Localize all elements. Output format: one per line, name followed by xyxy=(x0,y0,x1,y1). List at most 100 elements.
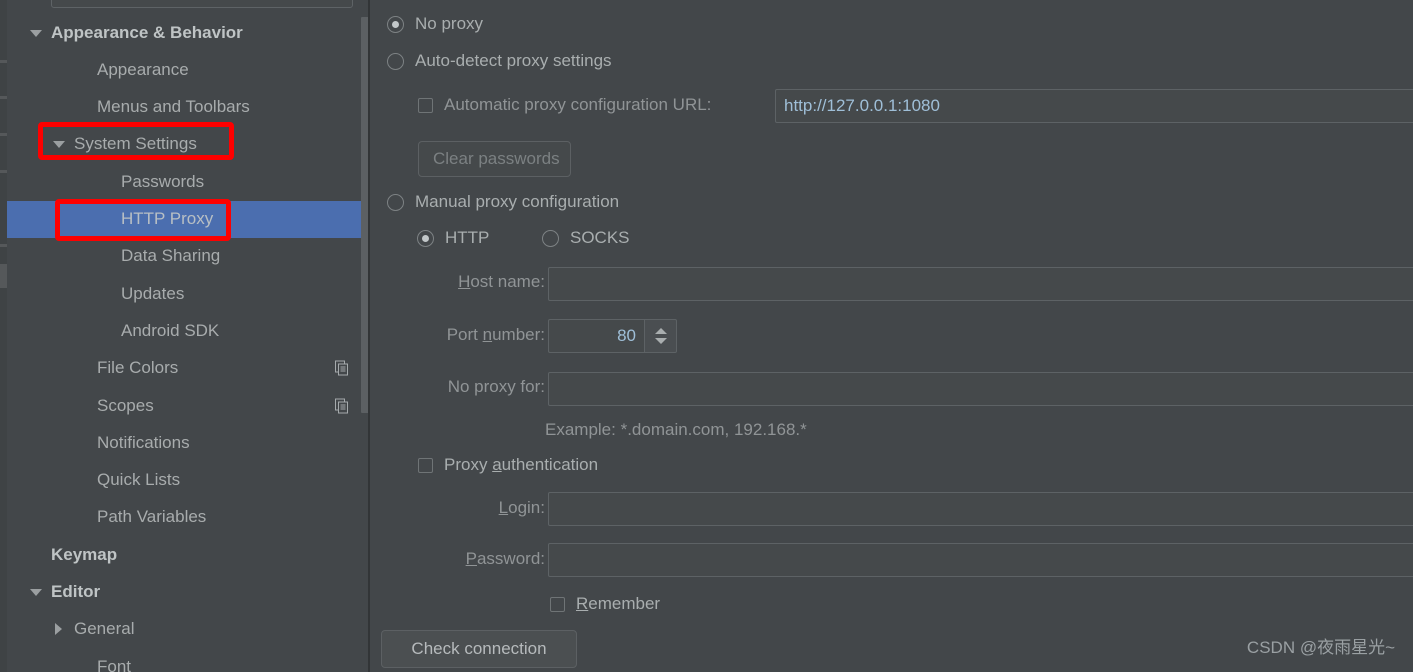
sidebar-item-system-settings[interactable]: System Settings xyxy=(7,126,368,163)
port-number-stepper-buttons[interactable] xyxy=(644,319,677,353)
no-proxy-for-label-text: No proxy for: xyxy=(447,377,545,396)
radio-no-proxy-indicator[interactable] xyxy=(387,15,404,33)
host-name-input[interactable] xyxy=(548,267,1413,301)
radio-auto-detect[interactable]: Auto-detect proxy settings xyxy=(387,51,612,71)
watermark: CSDN @夜雨星光~ xyxy=(1246,638,1395,657)
gutter-mark xyxy=(0,244,7,247)
radio-http-indicator[interactable] xyxy=(417,229,434,247)
sidebar-item-data-sharing[interactable]: Data Sharing xyxy=(7,238,368,275)
sidebar-item-updates[interactable]: Updates xyxy=(7,275,368,312)
http-proxy-settings-panel: No proxy Auto-detect proxy settings Auto… xyxy=(370,0,1413,672)
remember-label-text: emember xyxy=(588,594,661,613)
clear-passwords-button[interactable]: Clear passwords xyxy=(418,141,571,177)
radio-protocol-http[interactable]: HTTP xyxy=(417,228,489,248)
sidebar-item-label: Android SDK xyxy=(121,320,220,340)
sidebar-item-label: Editor xyxy=(51,582,101,601)
sidebar-item-android-sdk[interactable]: Android SDK xyxy=(7,312,368,349)
sidebar-item-passwords[interactable]: Passwords xyxy=(7,163,368,200)
checkbox-proxy-authentication[interactable]: Proxy authentication xyxy=(418,455,598,475)
port-number-label: Port number: xyxy=(415,325,545,345)
chevron-down-icon[interactable] xyxy=(52,137,66,151)
login-mnemonic: L xyxy=(498,498,509,517)
checkbox-remember[interactable]: Remember xyxy=(550,594,660,614)
no-proxy-for-input[interactable] xyxy=(548,372,1413,406)
sidebar-item-font[interactable]: Font xyxy=(7,648,368,672)
settings-tree-sidebar[interactable]: Appearance & Behavior Appearance Menus and… xyxy=(7,0,368,672)
auth-label-prefix: Proxy xyxy=(444,455,493,474)
check-connection-button[interactable]: Check connection xyxy=(381,630,577,668)
sidebar-item-label: Menus and Toolbars xyxy=(97,97,250,117)
stepper-up-icon[interactable] xyxy=(654,328,667,334)
copy-icon[interactable] xyxy=(335,360,350,376)
sidebar-item-appearance-behavior[interactable]: Appearance & Behavior xyxy=(7,14,368,51)
checkbox-proxy-authentication-box[interactable] xyxy=(418,457,433,473)
chevron-down-icon[interactable] xyxy=(29,26,43,40)
sidebar-item-keymap[interactable]: Keymap xyxy=(7,536,368,573)
checkbox-pac-url[interactable]: Automatic proxy configuration URL: xyxy=(418,95,711,115)
port-number-stepper[interactable] xyxy=(548,319,677,353)
sidebar-item-general[interactable]: General xyxy=(7,611,368,648)
sidebar-item-label: Notifications xyxy=(97,432,190,452)
sidebar-item-label: General xyxy=(74,619,135,639)
chevron-right-icon[interactable] xyxy=(52,622,66,636)
host-name-label: Host name: xyxy=(415,272,545,292)
sidebar-item-path-variables[interactable]: Path Variables xyxy=(7,499,368,536)
radio-auto-detect-indicator[interactable] xyxy=(387,52,404,70)
login-label-text: ogin: xyxy=(508,498,545,517)
settings-search-input[interactable] xyxy=(51,0,353,8)
port-label-suffix: umber: xyxy=(492,325,545,344)
radio-manual-proxy-label: Manual proxy configuration xyxy=(415,192,620,211)
gutter-mark xyxy=(0,264,7,288)
sidebar-item-appearance[interactable]: Appearance xyxy=(7,51,368,88)
sidebar-item-notifications[interactable]: Notifications xyxy=(7,424,368,461)
sidebar-scrollbar-thumb[interactable] xyxy=(361,17,368,413)
radio-manual-proxy-indicator[interactable] xyxy=(387,193,404,211)
sidebar-item-label: HTTP Proxy xyxy=(121,209,214,228)
sidebar-item-label: Keymap xyxy=(51,544,118,564)
radio-protocol-socks[interactable]: SOCKS xyxy=(542,228,630,248)
radio-socks-label: SOCKS xyxy=(570,228,630,247)
port-label-prefix: Port xyxy=(446,325,483,344)
checkbox-remember-box[interactable] xyxy=(550,596,565,612)
sidebar-item-file-colors[interactable]: File Colors xyxy=(7,350,368,387)
sidebar-item-label: System Settings xyxy=(74,134,197,154)
port-number-input[interactable] xyxy=(548,319,644,353)
sidebar-item-menus-and-toolbars[interactable]: Menus and Toolbars xyxy=(7,89,368,126)
pac-url-input[interactable] xyxy=(775,89,1413,123)
login-label: Login: xyxy=(415,498,545,518)
gutter-mark xyxy=(0,96,7,99)
copy-icon[interactable] xyxy=(335,398,350,413)
remember-mnemonic: R xyxy=(576,594,589,613)
login-input[interactable] xyxy=(548,492,1413,526)
sidebar-item-editor[interactable]: Editor xyxy=(7,574,368,611)
radio-socks-indicator[interactable] xyxy=(542,229,559,247)
auth-label-mnemonic: a xyxy=(492,455,502,474)
radio-manual-proxy[interactable]: Manual proxy configuration xyxy=(387,192,619,212)
sidebar-item-label: Font xyxy=(97,656,132,672)
password-mnemonic: P xyxy=(465,549,477,568)
no-proxy-for-label: No proxy for: xyxy=(415,377,545,397)
checkbox-pac-url-box[interactable] xyxy=(418,97,433,113)
password-label-text: assword: xyxy=(476,549,545,568)
stepper-down-icon[interactable] xyxy=(654,338,667,344)
password-input[interactable] xyxy=(548,543,1413,577)
chevron-down-icon[interactable] xyxy=(29,585,43,599)
sidebar-item-http-proxy[interactable]: HTTP Proxy xyxy=(7,200,368,238)
host-name-label-text: ost name: xyxy=(470,272,545,291)
sidebar-item-scopes[interactable]: Scopes xyxy=(7,387,368,424)
radio-no-proxy-label: No proxy xyxy=(415,14,484,33)
sidebar-item-label: File Colors xyxy=(97,358,179,378)
sidebar-item-quick-lists[interactable]: Quick Lists xyxy=(7,462,368,499)
radio-no-proxy[interactable]: No proxy xyxy=(387,14,483,34)
password-label: Password: xyxy=(415,549,545,569)
